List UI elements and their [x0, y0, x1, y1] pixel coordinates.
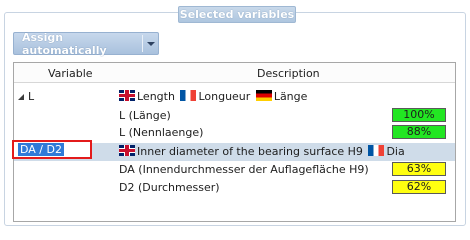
match-badge: 62% — [392, 180, 446, 194]
translation-fr: Longueur — [198, 90, 251, 103]
variable-name-edit-field[interactable]: DA / D2 — [12, 140, 92, 159]
description-translations: Length Longueur Länge — [119, 90, 307, 103]
column-header-description[interactable]: Description — [257, 67, 320, 80]
translation-en: Inner diameter of the bearing surface H9 — [137, 145, 363, 158]
table-row-child[interactable]: L (Länge) 100% — [14, 107, 455, 125]
translation-en: Length — [137, 90, 175, 103]
chevron-down-icon — [146, 41, 155, 46]
variable-name: L — [28, 90, 35, 103]
selected-variable-text[interactable]: DA / D2 — [18, 143, 64, 156]
uk-flag-icon — [119, 145, 135, 156]
assign-automatically-label: Assign automatically — [22, 30, 107, 57]
fr-flag-icon — [180, 90, 197, 101]
collapse-triangle-icon[interactable] — [17, 91, 25, 104]
table-row-child[interactable]: DA (Innendurchmesser der Auflagefläche H… — [14, 161, 455, 179]
column-header-variable[interactable]: Variable — [48, 67, 93, 80]
dropdown-arrow-button[interactable] — [143, 41, 158, 46]
group-title: Selected variables — [178, 6, 296, 23]
candidate-name: L (Nennlaenge) — [119, 126, 204, 139]
table-row-child[interactable]: D2 (Durchmesser) 62% — [14, 179, 455, 197]
assign-automatically-button[interactable]: Assign automatically — [13, 30, 159, 57]
candidate-name: L (Länge) — [119, 109, 171, 122]
candidate-name: DA (Innendurchmesser der Auflagefläche H… — [119, 163, 369, 176]
match-badge: 100% — [392, 108, 446, 122]
match-badge: 88% — [392, 125, 446, 139]
fr-flag-icon — [368, 145, 385, 156]
match-badge: 63% — [392, 162, 446, 176]
uk-flag-icon — [119, 90, 135, 101]
translation-fr: Dia — [386, 145, 405, 158]
candidate-name: D2 (Durchmesser) — [119, 181, 220, 194]
translation-de: Länge — [273, 90, 308, 103]
table-row-parent[interactable]: L Length Longueur Länge — [14, 88, 455, 106]
description-translations: Inner diameter of the bearing surface H9… — [119, 145, 405, 158]
de-flag-icon — [255, 90, 272, 101]
grid-header: Variable Description — [14, 63, 455, 83]
